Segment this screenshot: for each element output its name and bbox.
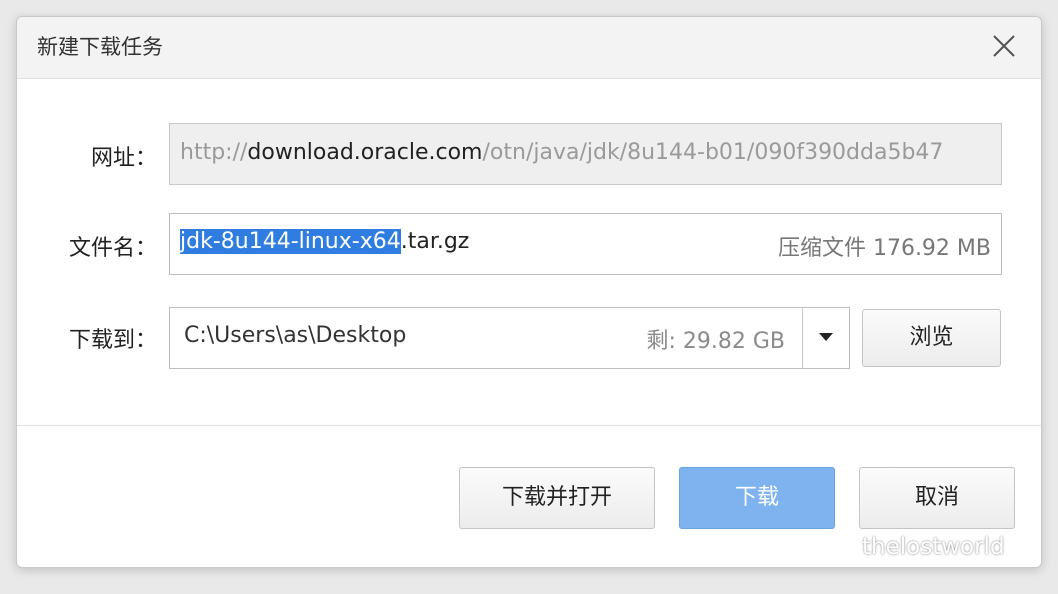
save-path-combobox[interactable]: C:\Users\as\Desktop 剩: 29.82 GB (169, 307, 850, 369)
new-download-dialog: 新建下载任务 网址： http://download.oracle.com/ot… (16, 16, 1042, 568)
filename-extension: .tar.gz (400, 229, 470, 254)
wechat-icon (826, 534, 854, 564)
url-path: /otn/java/jdk/8u144-b01/090f390dda5b47 (482, 140, 944, 165)
file-type-size: 压缩文件 176.92 MB (777, 236, 991, 261)
close-icon[interactable] (989, 31, 1019, 61)
download-button[interactable]: 下载 (679, 467, 835, 529)
filename-label: 文件名： (68, 236, 157, 261)
filename-input[interactable]: jdk-8u144-linux-x64.tar.gz 压缩文件 176.92 M… (169, 213, 1002, 275)
browse-button[interactable]: 浏览 (862, 309, 1001, 367)
free-space: 剩: 29.82 GB (646, 329, 785, 354)
url-prefix: http:// (180, 140, 248, 165)
save-to-label: 下载到： (68, 328, 157, 353)
chevron-down-icon (819, 333, 833, 341)
path-dropdown-button[interactable] (802, 308, 849, 368)
title-bar: 新建下载任务 (17, 17, 1041, 79)
dialog-title: 新建下载任务 (37, 35, 163, 59)
filename-text: jdk-8u144-linux-x64.tar.gz (180, 229, 469, 254)
url-label: 网址： (90, 146, 157, 171)
save-path-text: C:\Users\as\Desktop (184, 323, 407, 348)
url-text: http://download.oracle.com/otn/java/jdk/… (180, 140, 943, 165)
watermark: thelostworld (826, 534, 1005, 564)
divider (17, 425, 1041, 426)
url-field[interactable]: http://download.oracle.com/otn/java/jdk/… (169, 123, 1002, 185)
filename-selected: jdk-8u144-linux-x64 (180, 229, 401, 254)
url-host: download.oracle.com (247, 140, 483, 165)
watermark-text: thelostworld (862, 534, 1005, 560)
cancel-button[interactable]: 取消 (859, 467, 1015, 529)
download-and-open-button[interactable]: 下载并打开 (459, 467, 655, 529)
